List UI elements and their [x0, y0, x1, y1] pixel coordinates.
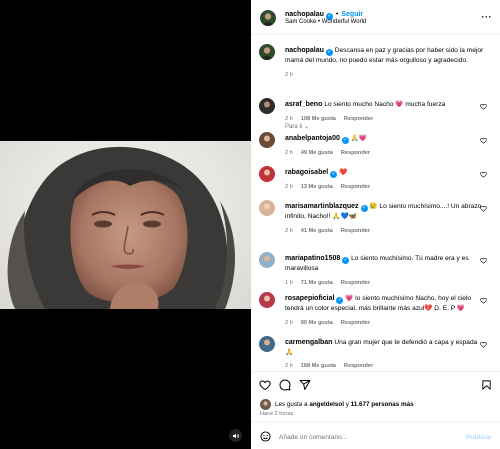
- comment-time: 2 h: [285, 184, 293, 190]
- commenter-avatar[interactable]: [259, 252, 275, 268]
- verified-icon: ✓: [325, 49, 333, 56]
- commenter-username[interactable]: anabelpantoja00: [285, 135, 340, 142]
- verified-icon: ✓: [360, 205, 368, 212]
- post-media[interactable]: [0, 0, 251, 449]
- likes-connector: y: [343, 401, 351, 408]
- comment-text: 🙏💗: [350, 135, 368, 142]
- comment-input[interactable]: Añade un comentario...: [279, 434, 347, 441]
- commenter-username[interactable]: asraf_beno: [285, 101, 322, 108]
- audio-track[interactable]: Sam Cooke • Wonderful World: [285, 19, 366, 25]
- commenter-avatar[interactable]: [259, 98, 275, 114]
- like-comment-icon[interactable]: [480, 103, 487, 110]
- commenter-username[interactable]: mariapatino1508: [285, 255, 340, 262]
- emoji-icon[interactable]: [260, 431, 271, 442]
- save-bookmark-icon[interactable]: [481, 379, 492, 391]
- publish-button[interactable]: Publicar: [466, 434, 492, 441]
- comment-likes[interactable]: 90 Me gusta: [301, 320, 333, 326]
- comment-icon[interactable]: [279, 379, 291, 391]
- like-icon[interactable]: [259, 379, 271, 391]
- commenter-avatar[interactable]: [259, 200, 275, 216]
- caption-time: 2 h: [285, 71, 293, 78]
- reply-button[interactable]: Responder: [341, 184, 370, 190]
- like-comment-icon[interactable]: [480, 137, 487, 144]
- comment-likes[interactable]: 71 Me gusta: [301, 280, 333, 286]
- verified-icon: ✓: [341, 137, 349, 144]
- verified-icon: ✓: [330, 171, 338, 178]
- post-panel: nachopalau ✓ • Seguir Sam Cooke • Wonderful…: [251, 0, 500, 449]
- more-options-icon[interactable]: ···: [482, 12, 493, 22]
- comments-section[interactable]: nachopalau ✓ Descansa en paz y gracias po…: [251, 36, 500, 371]
- reply-button[interactable]: Responder: [341, 150, 370, 156]
- like-comment-icon[interactable]: [480, 341, 487, 348]
- reply-button[interactable]: Responder: [341, 280, 370, 286]
- comment-time: 2 h: [285, 150, 293, 156]
- comment-text: ❤️: [339, 169, 348, 176]
- sort-dropdown[interactable]: Para ti ⌄: [285, 123, 309, 130]
- comment-likes[interactable]: 168 Me gusta: [301, 363, 336, 369]
- reply-button[interactable]: Responder: [341, 320, 370, 326]
- commenter-avatar[interactable]: [259, 292, 275, 308]
- speaker-icon: [232, 433, 239, 438]
- liker-avatar[interactable]: [260, 399, 271, 410]
- commenter-username[interactable]: rabagoisabel: [285, 169, 328, 176]
- author-username[interactable]: nachopalau: [285, 11, 324, 18]
- commenter-username[interactable]: carmengalban: [285, 339, 332, 346]
- comment-time: 2 h: [285, 227, 293, 234]
- reply-button[interactable]: Responder: [344, 363, 373, 369]
- follow-button[interactable]: Seguir: [341, 11, 363, 18]
- comment-likes[interactable]: 41 Me gusta: [301, 228, 333, 234]
- post-photo: [0, 141, 251, 309]
- comment-time: 2 h: [285, 115, 293, 122]
- comment-time: 1 h: [285, 279, 293, 286]
- liker-username[interactable]: angeldelsol: [309, 401, 344, 408]
- reply-button[interactable]: Responder: [344, 116, 373, 122]
- share-icon[interactable]: [299, 379, 311, 391]
- mute-button[interactable]: [229, 429, 242, 442]
- caption-username[interactable]: nachopalau: [285, 47, 324, 54]
- post-timestamp: Hace 2 horas: [260, 411, 294, 417]
- separator-dot: •: [335, 11, 339, 18]
- like-comment-icon[interactable]: [480, 257, 487, 264]
- like-comment-icon[interactable]: [480, 205, 487, 212]
- author-avatar[interactable]: [259, 44, 275, 60]
- comment-time: 2 h: [285, 363, 293, 369]
- likes-prefix: Les gusta a: [275, 401, 310, 408]
- comment-time: 2 h: [285, 319, 293, 326]
- commenter-username[interactable]: marisamartinblazquez: [285, 203, 359, 210]
- comment-likes[interactable]: 13 Me gusta: [301, 184, 333, 190]
- comment-likes[interactable]: 49 Me gusta: [301, 150, 333, 156]
- verified-icon: ✓: [342, 257, 350, 264]
- post-header: nachopalau ✓ • Seguir Sam Cooke • Wonderful…: [251, 0, 500, 35]
- commenter-username[interactable]: rosapepioficial: [285, 295, 334, 302]
- commenter-avatar[interactable]: [259, 336, 275, 352]
- likes-summary[interactable]: Les gusta a angeldelsol y 11.677 persona…: [275, 401, 414, 408]
- comment-likes[interactable]: 108 Me gusta: [301, 116, 336, 122]
- commenter-avatar[interactable]: [259, 166, 275, 182]
- add-comment-bar: Añade un comentario... Publicar: [251, 421, 500, 449]
- like-comment-icon[interactable]: [480, 297, 487, 304]
- comment-text: Lo siento mucho Nacho 💗 mucha fuerza: [324, 101, 446, 108]
- author-avatar[interactable]: [260, 10, 276, 26]
- like-comment-icon[interactable]: [480, 171, 487, 178]
- commenter-avatar[interactable]: [259, 132, 275, 148]
- reply-button[interactable]: Responder: [341, 228, 370, 234]
- likes-count[interactable]: 11.677 personas más: [351, 401, 414, 408]
- verified-icon: ✓: [336, 297, 344, 304]
